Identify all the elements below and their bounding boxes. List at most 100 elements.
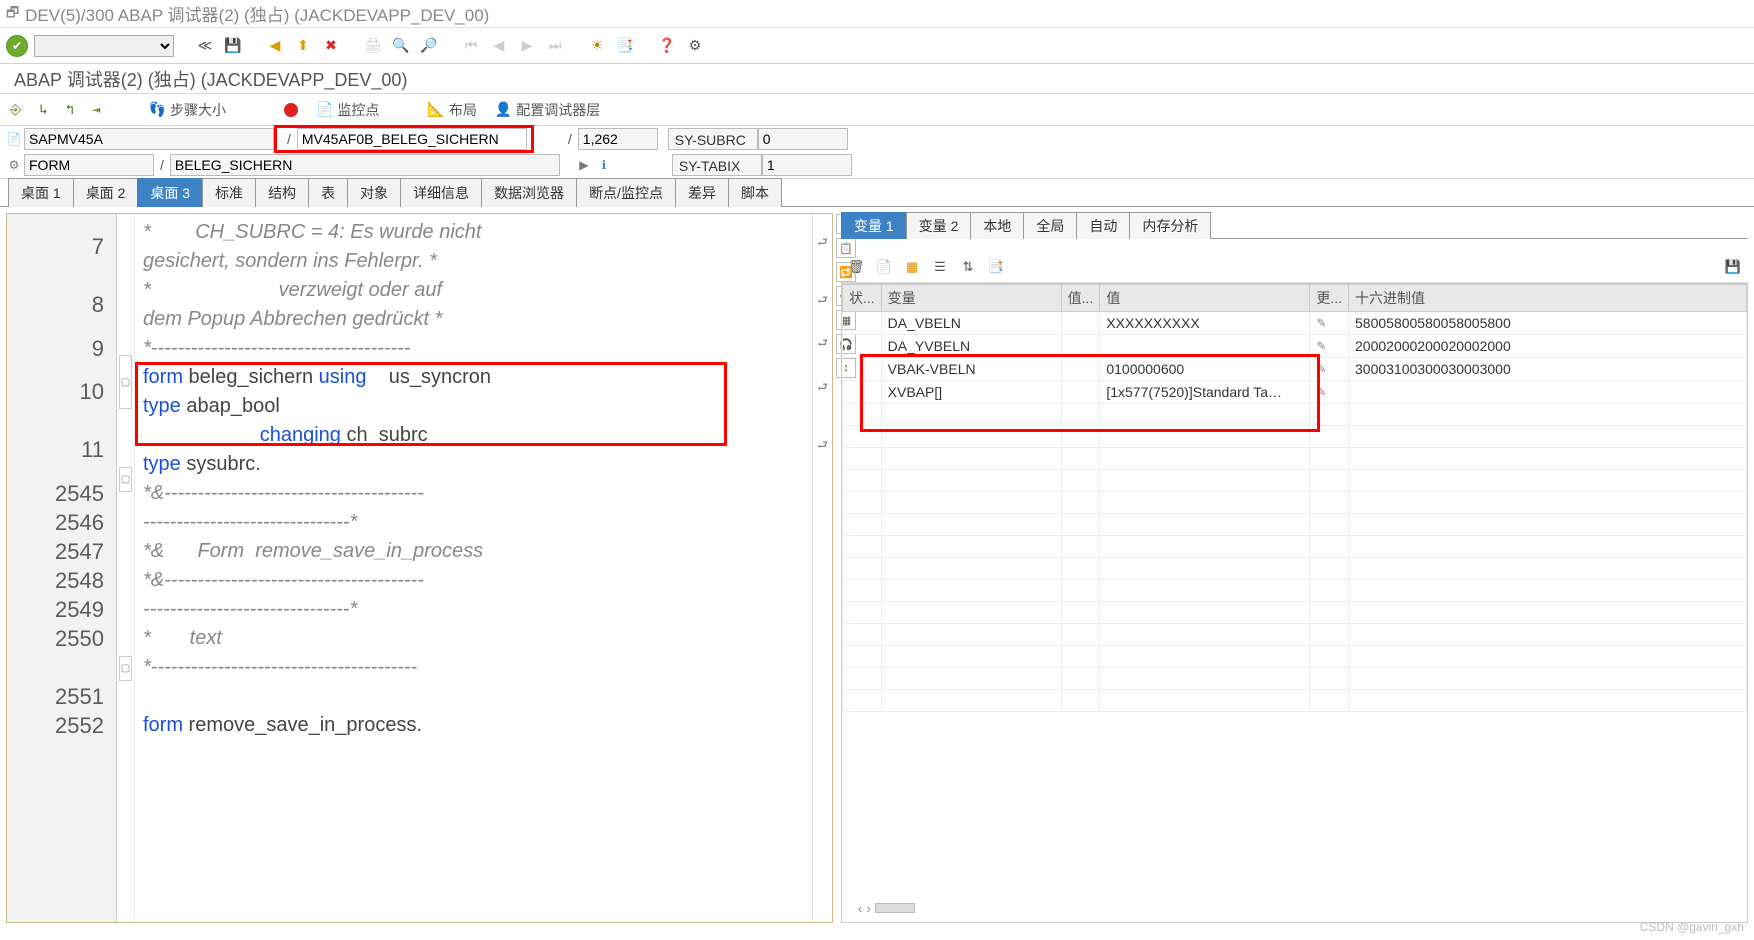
add-var-icon[interactable]: 📄 <box>875 258 893 276</box>
variable-tabs: 变量 1变量 2本地全局自动内存分析 <box>841 213 1748 239</box>
info-icon[interactable]: ℹ <box>594 158 614 172</box>
scroll-left-icon[interactable]: ‹ <box>858 901 862 916</box>
tab-6[interactable]: 对象 <box>347 178 401 207</box>
var-row[interactable]: XVBAP[][1x577(7520)]Standard Ta…✎ <box>843 381 1747 404</box>
tab-4[interactable]: 结构 <box>255 178 309 207</box>
tab-11[interactable]: 脚本 <box>728 178 782 207</box>
sy-tabix-value[interactable] <box>762 154 852 176</box>
step-into-icon[interactable]: ⎆ <box>6 100 25 120</box>
col-name[interactable]: 变量 <box>881 285 1061 312</box>
debug-toolbar: ⎆ ↳ ↰ ⇥ 👣 步骤大小 📄 监控点 📐 布局 👤 配置调试器层 <box>0 94 1754 126</box>
col-status[interactable]: 状... <box>843 285 882 312</box>
page-subtitle: ABAP 调试器(2) (独占) (JACKDEVAPP_DEV_00) <box>0 64 1754 94</box>
find-icon[interactable]: 🔍 <box>390 35 412 57</box>
watchpoint-button[interactable]: 📄 监控点 <box>312 98 383 122</box>
line-field[interactable] <box>578 128 658 150</box>
routine-icon: ⚙ <box>4 158 24 172</box>
var-tab-0[interactable]: 变量 1 <box>841 212 907 239</box>
main-toolbar: ✔ ≪ 💾 ◀ ⬆ ✖ 🖨 🔍 🔎 ⏮ ◀ ▶ ⏭ ☀ 📑 ❓ ⚙ <box>0 28 1754 64</box>
tab-9[interactable]: 断点/监控点 <box>576 178 676 207</box>
sy-subrc-value[interactable] <box>758 128 848 150</box>
var-tab-2[interactable]: 本地 <box>970 212 1024 239</box>
sy-subrc-label: SY-SUBRC <box>668 128 758 150</box>
next-page-icon[interactable]: ▶ <box>516 35 538 57</box>
line-gutter: 789101125452546254725482549255025512552 <box>7 214 117 922</box>
var-copy-icon[interactable]: 📑 <box>987 258 1005 276</box>
window-title-bar: 🗗 DEV(5)/300 ABAP 调试器(2) (独占) (JACKDEVAP… <box>0 0 1754 28</box>
source-code[interactable]: * CH_SUBRC = 4: Es wurde nichtgesichert,… <box>135 214 812 922</box>
tab-7[interactable]: 详细信息 <box>400 178 482 207</box>
sy-tabix-label: SY-TABIX <box>672 154 762 176</box>
command-field[interactable] <box>34 35 174 57</box>
var-tab-3[interactable]: 全局 <box>1023 212 1077 239</box>
col-change[interactable]: 更... <box>1310 285 1349 312</box>
routine-field[interactable] <box>170 154 560 176</box>
var-filter-icon[interactable]: ▦ <box>903 258 921 276</box>
step-size-button[interactable]: 👣 步骤大小 <box>145 98 230 122</box>
step-over-icon[interactable]: ↳ <box>35 100 51 120</box>
config-button[interactable]: 👤 配置调试器层 <box>491 98 604 122</box>
variables-pane: 变量 1变量 2本地全局自动内存分析 🗑 📄 ▦ ☰ ⇅ 📑 💾 状... 变量… <box>841 213 1748 923</box>
var-save-icon[interactable]: 💾 <box>1724 258 1742 276</box>
exit-icon[interactable]: ⬆ <box>292 35 314 57</box>
cancel-icon[interactable]: ✖ <box>320 35 342 57</box>
col-hex[interactable]: 十六进制值 <box>1349 285 1747 312</box>
var-row[interactable]: VBAK-VBELN0100000600✎3000310030003000300… <box>843 358 1747 381</box>
ok-button[interactable]: ✔ <box>6 35 28 57</box>
new-window-icon[interactable]: ☀ <box>586 35 608 57</box>
back-nav-icon[interactable]: ◀ <box>264 35 286 57</box>
var-row[interactable]: DA_YVBELN✎20002000200020002000 <box>843 335 1747 358</box>
source-code-pane: 789101125452546254725482549255025512552 … <box>6 213 833 923</box>
tab-0[interactable]: 桌面 1 <box>8 178 74 207</box>
tab-8[interactable]: 数据浏览器 <box>481 178 577 207</box>
first-page-icon[interactable]: ⏮ <box>460 35 482 57</box>
var-tab-5[interactable]: 内存分析 <box>1129 212 1211 239</box>
include-field[interactable] <box>297 128 527 150</box>
last-page-icon[interactable]: ⏭ <box>544 35 566 57</box>
continue-icon[interactable]: ⇥ <box>88 100 104 120</box>
col-value[interactable]: 值 <box>1100 285 1310 312</box>
side-icon-2[interactable]: 📋 <box>836 238 856 258</box>
variables-toolbar: 🗑 📄 ▦ ☰ ⇅ 📑 💾 <box>841 251 1748 283</box>
var-tab-4[interactable]: 自动 <box>1076 212 1130 239</box>
window-title: DEV(5)/300 ABAP 调试器(2) (独占) (JACKDEVAPP_… <box>25 1 489 26</box>
tab-10[interactable]: 差异 <box>675 178 729 207</box>
main-area: 789101125452546254725482549255025512552 … <box>0 207 1754 929</box>
nav-icon-1[interactable]: ▶ <box>574 158 594 172</box>
prev-page-icon[interactable]: ◀ <box>488 35 510 57</box>
stop-button[interactable] <box>280 101 302 119</box>
help-icon[interactable]: ❓ <box>656 35 678 57</box>
h-scroll[interactable]: ‹ › <box>848 898 925 918</box>
col-val-short[interactable]: 值... <box>1061 285 1100 312</box>
breakpoint-column[interactable]: ⮐⮐⮐⮐⮐ <box>812 214 832 922</box>
tab-3[interactable]: 标准 <box>202 178 256 207</box>
side-icon-3[interactable]: 🔁 <box>836 262 856 282</box>
program-icon: 📄 <box>4 132 24 146</box>
var-tree-icon[interactable]: ☰ <box>931 258 949 276</box>
include-highlight: / <box>274 125 534 153</box>
save-icon[interactable]: 💾 <box>222 35 244 57</box>
tab-1[interactable]: 桌面 2 <box>73 178 139 207</box>
back-icon[interactable]: ≪ <box>194 35 216 57</box>
shortcut-icon[interactable]: 📑 <box>614 35 636 57</box>
watermark: CSDN @gavin_gxh <box>1640 920 1744 934</box>
var-row[interactable]: DA_VBELNXXXXXXXXXX✎58005800580058005800 <box>843 312 1747 335</box>
scroll-thumb[interactable] <box>875 903 915 913</box>
program-field[interactable] <box>24 128 274 150</box>
main-tabs: 桌面 1桌面 2桌面 3标准结构表对象详细信息数据浏览器断点/监控点差异脚本 <box>0 179 1754 207</box>
variables-table: 状... 变量 值... 值 更... 十六进制值 DA_VBELNXXXXXX… <box>841 283 1748 923</box>
debug-context-fields: 📄 / / SY-SUBRC ⚙ / ▶ ℹ SY-TABIX <box>0 126 1754 179</box>
app-icon: 🗗 <box>6 2 19 26</box>
find-next-icon[interactable]: 🔎 <box>418 35 440 57</box>
tab-2[interactable]: 桌面 3 <box>137 178 203 207</box>
step-out-icon[interactable]: ↰ <box>62 100 78 120</box>
var-tab-1[interactable]: 变量 2 <box>906 212 972 239</box>
type-field[interactable] <box>24 154 154 176</box>
var-sort-icon[interactable]: ⇅ <box>959 258 977 276</box>
tab-5[interactable]: 表 <box>308 178 348 207</box>
layout-button[interactable]: 📐 布局 <box>423 98 480 122</box>
scroll-right-icon[interactable]: › <box>866 901 870 916</box>
settings-icon[interactable]: ⚙ <box>684 35 706 57</box>
print-icon[interactable]: 🖨 <box>362 35 384 57</box>
fold-column: ▢▢▢ <box>117 214 135 922</box>
